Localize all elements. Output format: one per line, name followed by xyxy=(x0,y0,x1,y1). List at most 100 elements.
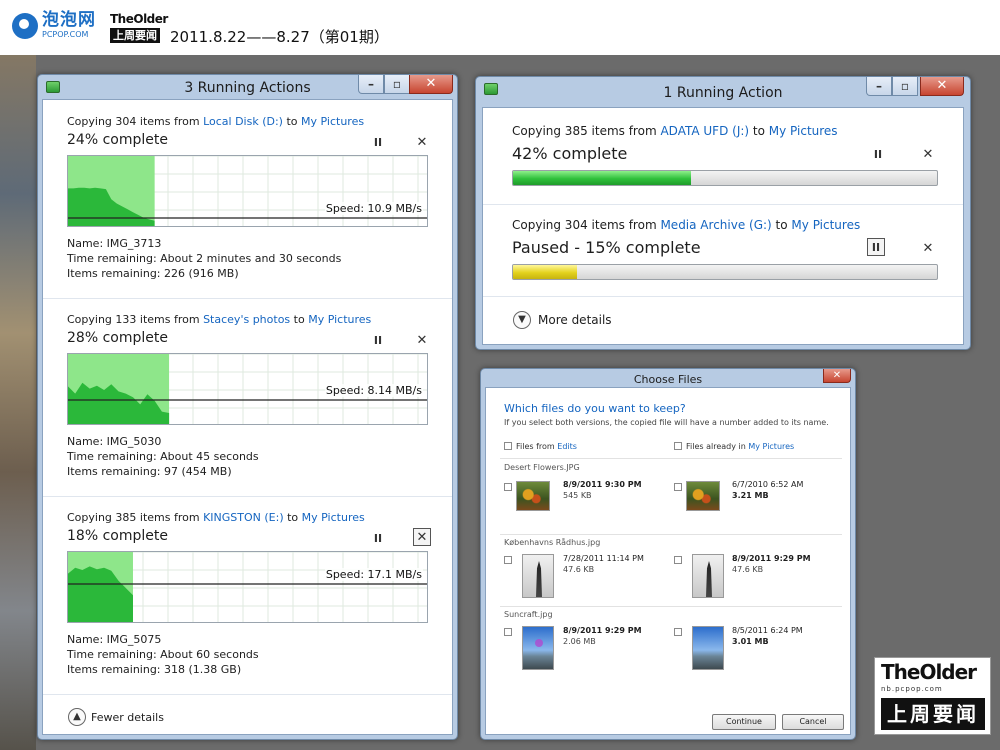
close-button[interactable]: ✕ xyxy=(920,77,964,96)
maximize-icon: ▫ xyxy=(392,77,402,91)
copy-item-details: Name: IMG_3713 Time remaining: About 2 m… xyxy=(67,236,341,281)
theolder-badge: TheOlder nb.pcpop.com 上周要闻 xyxy=(874,657,991,735)
choose-files-dialog: Choose Files ✕ Which files do you want t… xyxy=(480,368,856,740)
left-file-size: 2.06 MB xyxy=(563,637,596,646)
file-thumbnail[interactable] xyxy=(692,554,724,598)
speed-graph: Speed: 17.1 MB/s xyxy=(67,551,428,623)
close-button[interactable]: ✕ xyxy=(409,75,453,94)
cancel-copy-button[interactable]: ✕ xyxy=(413,332,431,350)
right-file-date: 8/9/2011 9:29 PM xyxy=(732,554,811,563)
percent-complete: Paused - 15% complete xyxy=(512,238,701,257)
fewer-details-button[interactable]: Fewer details xyxy=(91,711,164,724)
continue-button[interactable]: Continue xyxy=(712,714,776,730)
items-remaining: Items remaining: 318 (1.38 GB) xyxy=(67,663,242,676)
header-bar: 泡泡网 PCPOP.COM TheOlder 上周要闻 2011.8.22——8… xyxy=(0,0,1000,55)
minimize-button[interactable]: – xyxy=(866,77,892,96)
chevron-down-icon[interactable]: ▼ xyxy=(513,311,531,329)
file-thumbnail[interactable] xyxy=(516,481,550,511)
percent-complete: 28% complete xyxy=(67,330,168,346)
running-actions-window-right: 1 Running Action – ▫ ✕ Copying 385 items… xyxy=(475,76,971,350)
speed-readout: Speed: 10.9 MB/s xyxy=(324,202,423,215)
keep-right-checkbox[interactable] xyxy=(674,628,682,636)
source-link[interactable]: Local Disk (D:) xyxy=(203,115,283,128)
close-button[interactable]: ✕ xyxy=(823,369,851,383)
minimize-icon: – xyxy=(876,79,882,93)
speed-readout: Speed: 8.14 MB/s xyxy=(324,384,423,397)
select-all-right-checkbox[interactable] xyxy=(674,442,682,450)
chevron-up-icon[interactable]: ▲ xyxy=(68,708,86,726)
cancel-button[interactable]: Cancel xyxy=(782,714,844,730)
to-text: to xyxy=(749,124,769,138)
maximize-button[interactable]: ▫ xyxy=(892,77,918,96)
minimize-button[interactable]: – xyxy=(358,75,384,94)
file-divider xyxy=(500,534,842,535)
keep-right-checkbox[interactable] xyxy=(674,556,682,564)
cancel-copy-button[interactable]: ✕ xyxy=(919,146,937,164)
source-link[interactable]: KINGSTON (E:) xyxy=(203,511,284,524)
item-separator xyxy=(483,204,963,205)
keep-left-checkbox[interactable] xyxy=(504,628,512,636)
to-text: to xyxy=(282,115,302,128)
destination-link[interactable]: My Pictures xyxy=(769,124,838,138)
maximize-button[interactable]: ▫ xyxy=(384,75,410,94)
speed-readout: Speed: 17.1 MB/s xyxy=(324,568,423,581)
current-file-name: Name: IMG_3713 xyxy=(67,237,162,250)
copy-item-description: Copying 304 items from Local Disk (D:) t… xyxy=(67,115,364,128)
copy-item-1: Copying 304 items from Local Disk (D:) t… xyxy=(43,100,452,298)
copy-item-description: Copying 133 items from Stacey's photos t… xyxy=(67,313,371,326)
destination-link[interactable]: My Pictures xyxy=(302,511,365,524)
source-link[interactable]: Stacey's photos xyxy=(203,313,290,326)
current-file-name: Name: IMG_5030 xyxy=(67,435,162,448)
copy-count-text: Copying 304 items from xyxy=(67,115,204,128)
file-thumbnail[interactable] xyxy=(692,626,724,670)
source-link[interactable]: Media Archive (G:) xyxy=(660,218,771,232)
cancel-copy-button[interactable]: ✕ xyxy=(413,134,431,152)
to-text: to xyxy=(290,313,309,326)
more-details-button[interactable]: More details xyxy=(538,313,612,327)
right-file-size: 47.6 KB xyxy=(732,565,764,574)
destination-link[interactable]: My Pictures xyxy=(308,313,371,326)
column-left-prefix: Files from xyxy=(516,442,558,451)
percent-complete: 24% complete xyxy=(67,132,168,148)
window-client-area: Copying 304 items from Local Disk (D:) t… xyxy=(42,99,453,735)
right-file-date: 8/5/2011 6:24 PM xyxy=(732,626,803,635)
keep-left-checkbox[interactable] xyxy=(504,483,512,491)
cancel-copy-button[interactable]: ✕ xyxy=(413,528,431,546)
badge-title: TheOlder xyxy=(881,660,977,684)
pause-button[interactable]: II xyxy=(369,332,387,350)
pause-button[interactable]: II xyxy=(369,530,387,548)
maximize-icon: ▫ xyxy=(900,79,910,93)
cancel-copy-button[interactable]: ✕ xyxy=(919,240,937,258)
select-all-left-checkbox[interactable] xyxy=(504,442,512,450)
dialog-titlebar[interactable]: Choose Files ✕ xyxy=(481,369,855,387)
right-file-size: 3.21 MB xyxy=(732,491,769,500)
pause-button[interactable]: II xyxy=(369,134,387,152)
badge-subtitle: 上周要闻 xyxy=(881,698,985,730)
current-file-name: Name: IMG_5075 xyxy=(67,633,162,646)
keep-right-checkbox[interactable] xyxy=(674,483,682,491)
source-link[interactable]: ADATA UFD (J:) xyxy=(660,124,749,138)
destination-link[interactable]: My Pictures xyxy=(791,218,860,232)
copy-item-details: Name: IMG_5030 Time remaining: About 45 … xyxy=(67,434,259,479)
left-file-date: 8/9/2011 9:29 PM xyxy=(563,626,642,635)
left-file-date: 7/28/2011 11:14 PM xyxy=(563,554,644,563)
file-thumbnail[interactable] xyxy=(522,554,554,598)
keep-left-checkbox[interactable] xyxy=(504,556,512,564)
resume-button[interactable]: II xyxy=(867,238,885,256)
file-thumbnail[interactable] xyxy=(522,626,554,670)
copy-item-description: Copying 304 items from Media Archive (G:… xyxy=(512,218,860,232)
my-pictures-link[interactable]: My Pictures xyxy=(748,442,794,451)
item-separator xyxy=(483,296,963,297)
close-icon: ✕ xyxy=(425,76,437,91)
copy-count-text: Copying 385 items from xyxy=(512,124,661,138)
column-header-left: Files from Edits xyxy=(516,442,577,451)
destination-link[interactable]: My Pictures xyxy=(301,115,364,128)
left-file-size: 47.6 KB xyxy=(563,565,595,574)
window-client-area: Copying 385 items from ADATA UFD (J:) to… xyxy=(482,107,964,345)
window-titlebar[interactable]: 3 Running Actions – ▫ ✕ xyxy=(38,75,457,101)
time-remaining: Time remaining: About 2 minutes and 30 s… xyxy=(67,252,342,265)
pause-button[interactable]: II xyxy=(869,146,887,164)
edits-link[interactable]: Edits xyxy=(557,442,577,451)
file-thumbnail[interactable] xyxy=(686,481,720,511)
window-titlebar[interactable]: 1 Running Action – ▫ ✕ xyxy=(476,77,970,103)
